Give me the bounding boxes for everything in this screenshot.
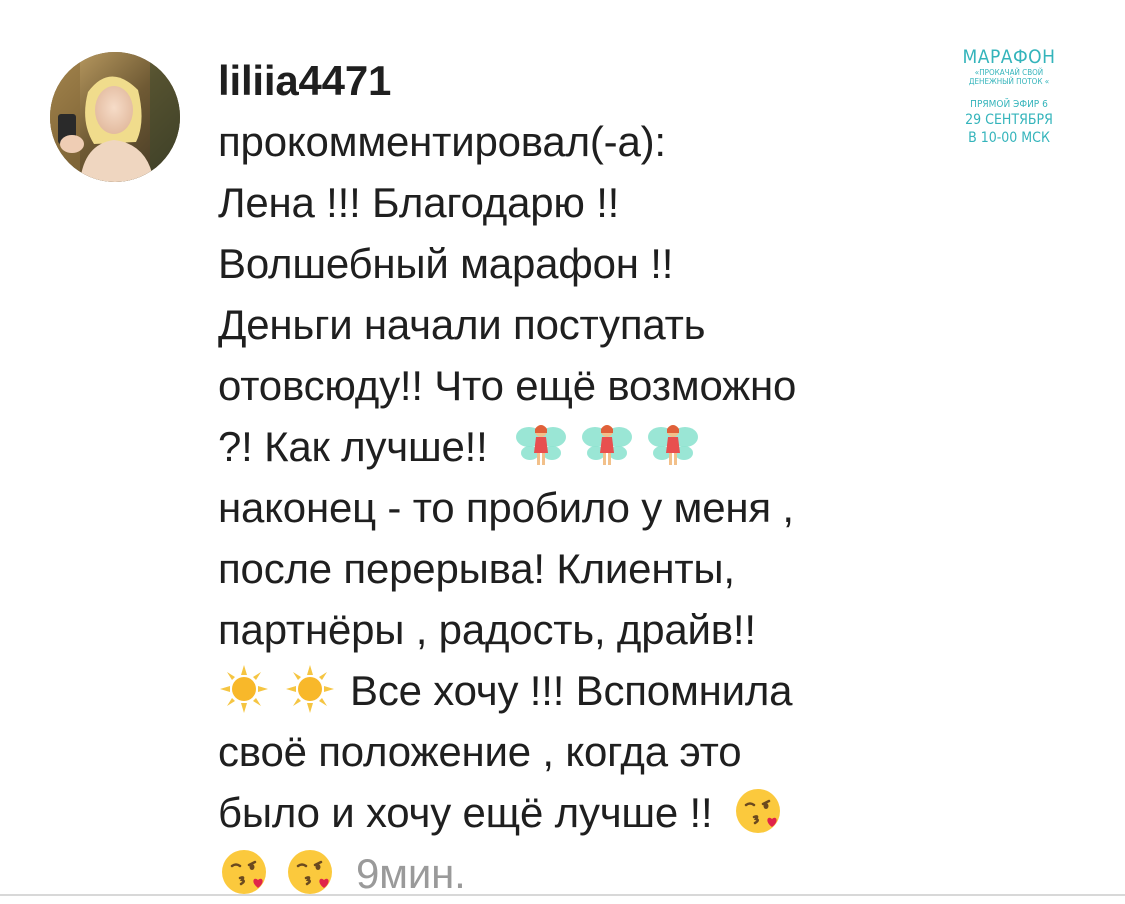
- promo-title: МАРАФОН: [962, 46, 1056, 68]
- fairy-icon: [515, 419, 567, 471]
- comment-body: liliia4471 прокомментировал(-а): Лена !!…: [218, 50, 918, 904]
- comment-line: Все хочу !!! Вспомнила: [350, 667, 793, 714]
- sun-icon: [218, 663, 270, 715]
- kiss-face-icon: [732, 785, 784, 837]
- comment-line: Волшебный марафон !!: [218, 240, 674, 287]
- promo-subtitle: «ПРОКАЧАЙ СВОЙ: [974, 68, 1044, 77]
- kiss-face-icon: [218, 846, 270, 898]
- comment-line: партнёры , радость, драйв!!: [218, 606, 756, 653]
- kiss-face-icon: [284, 846, 336, 898]
- timestamp: 9мин.: [356, 850, 466, 897]
- promo-date: 29 СЕНТЯБРЯ: [965, 112, 1053, 128]
- promo-subtitle: ДЕНЕЖНЫЙ ПОТОК «: [968, 77, 1050, 86]
- comment-line: ?! Как лучше!!: [218, 423, 488, 470]
- sun-icon: [284, 663, 336, 715]
- comment-line: Лена !!! Благодарю !!: [218, 179, 620, 226]
- comment-line: отовсюду!! Что ещё возможно: [218, 362, 797, 409]
- username[interactable]: liliia4471: [218, 57, 391, 104]
- comment-line: было и хочу ещё лучше !!: [218, 789, 713, 836]
- promo-time: В 10-00 МСК: [968, 130, 1050, 146]
- comment-line: наконец - то пробило у меня ,: [218, 484, 794, 531]
- comment-line: своё положение , когда это: [218, 728, 742, 775]
- comment-action: прокомментировал(-а):: [218, 118, 666, 165]
- promo-thumbnail[interactable]: МАРАФОН «ПРОКАЧАЙ СВОЙ ДЕНЕЖНЫЙ ПОТОК « …: [953, 46, 1065, 147]
- avatar[interactable]: [50, 52, 180, 182]
- comment-line: Деньги начали поступать: [218, 301, 706, 348]
- promo-live-label: ПРЯМОЙ ЭФИР 6: [970, 99, 1048, 110]
- fairy-icon: [581, 419, 633, 471]
- comment-line: после перерыва! Клиенты,: [218, 545, 735, 592]
- fairy-icon: [647, 419, 699, 471]
